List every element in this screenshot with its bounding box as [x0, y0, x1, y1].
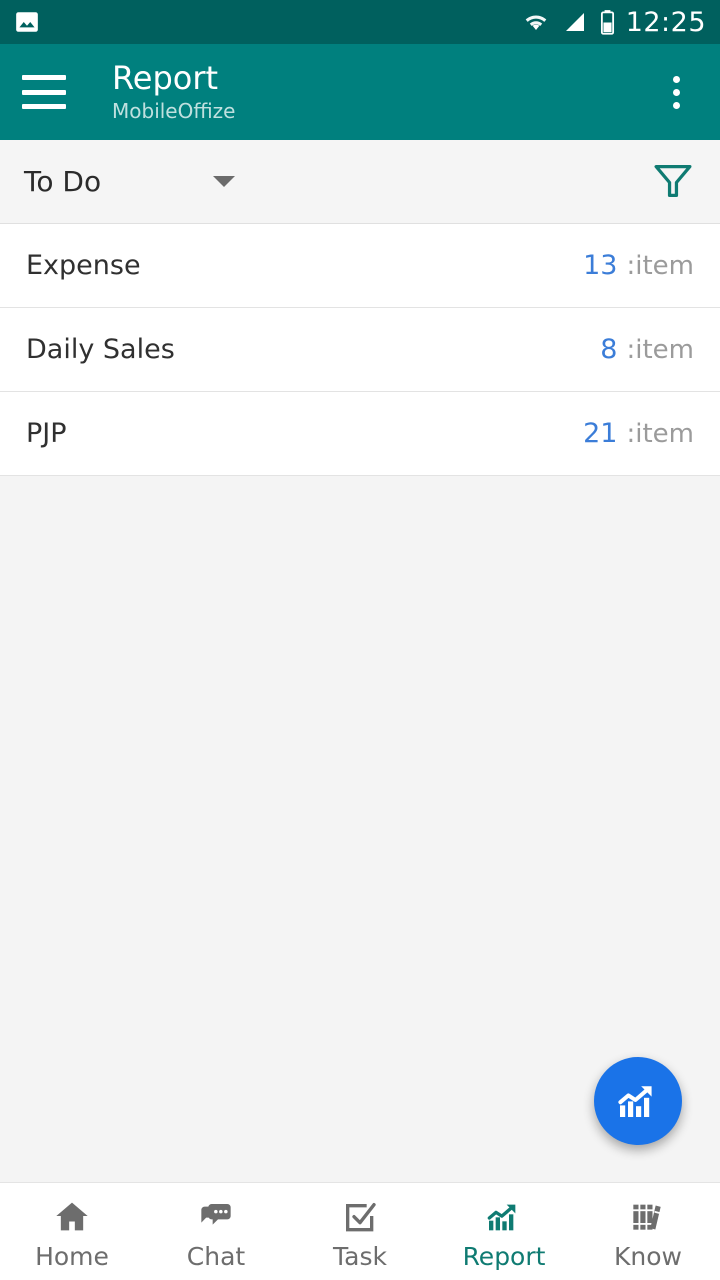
app-bar-titles: Report MobileOffize — [112, 59, 236, 123]
nav-item-know[interactable]: Know — [576, 1183, 720, 1280]
status-bar-indicators: 12:25 — [521, 9, 706, 36]
hamburger-bar — [22, 104, 66, 109]
funnel-filter-icon[interactable] — [650, 157, 696, 207]
add-report-fab[interactable] — [594, 1057, 682, 1145]
nav-label: Report — [462, 1241, 546, 1271]
status-dropdown-value: To Do — [24, 165, 102, 198]
table-row[interactable]: Expense 13 :item — [0, 224, 720, 308]
row-count: 8 — [600, 334, 618, 365]
nav-label: Task — [333, 1241, 387, 1271]
checkbox-icon — [340, 1195, 380, 1239]
wifi-icon — [525, 15, 546, 30]
overflow-dot — [672, 75, 680, 83]
status-bar-notifications — [14, 9, 40, 35]
nav-label: Chat — [186, 1241, 246, 1271]
row-unit: :item — [626, 419, 694, 449]
hamburger-bar — [22, 75, 66, 80]
nav-label: Know — [614, 1241, 682, 1271]
row-count-group: 21 :item — [583, 418, 694, 449]
nav-item-report[interactable]: Report — [432, 1183, 576, 1280]
table-row[interactable]: Daily Sales 8 :item — [0, 308, 720, 392]
more-vertical-icon[interactable] — [654, 70, 698, 114]
overflow-dot — [672, 88, 680, 96]
row-unit: :item — [626, 335, 694, 365]
app-bar: Report MobileOffize — [0, 44, 720, 140]
row-title: PJP — [26, 418, 67, 449]
row-title: Daily Sales — [26, 334, 175, 365]
filter-bar: To Do — [0, 140, 720, 224]
chat-bubbles-icon — [196, 1195, 236, 1239]
row-count: 13 — [583, 250, 618, 281]
overflow-dot — [672, 101, 680, 109]
table-row[interactable]: PJP 21 :item — [0, 392, 720, 476]
status-dropdown[interactable]: To Do — [24, 165, 236, 198]
status-bar: 12:25 — [0, 0, 720, 44]
nav-item-chat[interactable]: Chat — [144, 1183, 288, 1280]
home-icon — [52, 1195, 92, 1239]
battery-icon — [600, 9, 614, 35]
row-unit: :item — [626, 251, 694, 281]
page-subtitle: MobileOffize — [112, 98, 236, 123]
row-count-group: 13 :item — [583, 250, 694, 281]
bottom-navigation: Home Chat Task Report Know — [0, 1182, 720, 1280]
chart-growth-icon — [484, 1195, 524, 1239]
nav-item-task[interactable]: Task — [288, 1183, 432, 1280]
hamburger-bar — [22, 89, 66, 95]
cellular-signal-icon — [565, 13, 584, 31]
chevron-down-icon — [213, 176, 236, 187]
row-count: 21 — [583, 418, 618, 449]
page-title: Report — [112, 59, 219, 98]
nav-label: Home — [35, 1241, 109, 1271]
status-bar-clock: 12:25 — [625, 6, 706, 38]
report-list: Expense 13 :item Daily Sales 8 :item PJP… — [0, 224, 720, 476]
nav-item-home[interactable]: Home — [0, 1183, 144, 1280]
image-notification-icon — [16, 12, 38, 32]
row-count-group: 8 :item — [600, 334, 694, 365]
hamburger-menu-icon[interactable] — [22, 75, 66, 109]
books-icon — [628, 1195, 668, 1239]
app-screen: 12:25 Report MobileOffize To Do Expense … — [0, 0, 720, 1280]
row-title: Expense — [26, 250, 141, 281]
chart-growth-icon — [618, 1086, 652, 1117]
